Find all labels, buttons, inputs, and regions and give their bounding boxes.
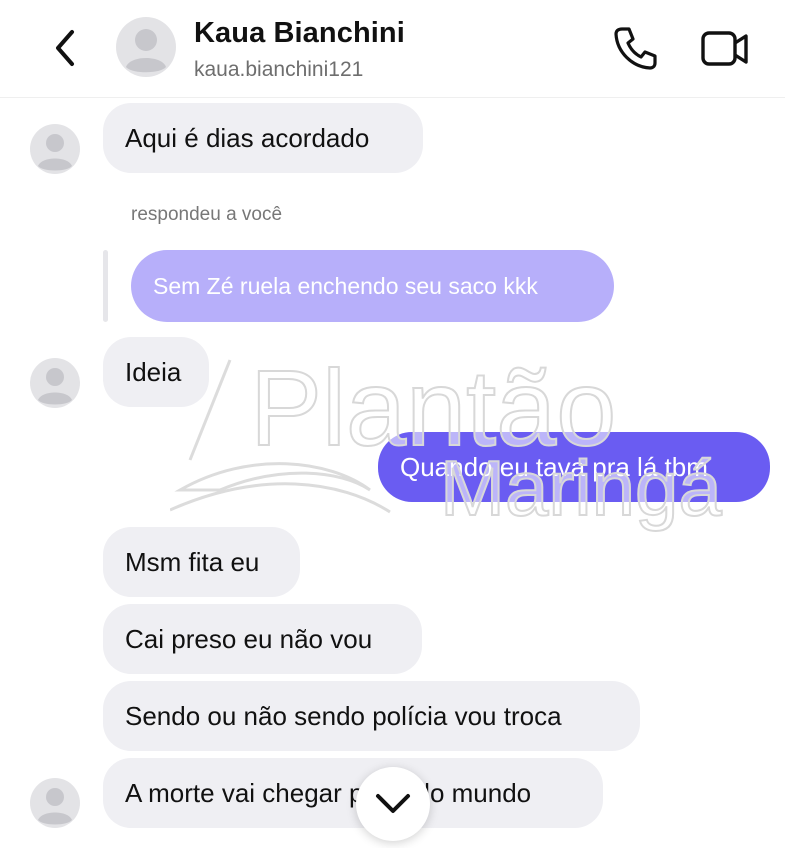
- message-bubble[interactable]: Cai preso eu não vou: [103, 604, 422, 674]
- sender-avatar[interactable]: [30, 778, 80, 828]
- message-text: Quando eu tava pra lá tbm: [400, 452, 708, 482]
- message-text: Ideia: [125, 357, 182, 387]
- quoted-text: Sem Zé ruela enchendo seu saco kkk: [153, 273, 538, 299]
- message-bubble[interactable]: Aqui é dias acordado: [103, 103, 423, 173]
- chevron-down-icon: [376, 794, 410, 813]
- reply-label: respondeu a você: [131, 204, 283, 225]
- sender-avatar[interactable]: [30, 124, 80, 174]
- message-bubble[interactable]: A morte vai chegar pra todo mundo: [103, 758, 603, 828]
- reply-indicator-bar: [103, 250, 108, 322]
- contact-handle: kaua.bianchini121: [194, 58, 364, 81]
- voice-call-button[interactable]: [610, 23, 660, 73]
- contact-avatar[interactable]: [116, 17, 176, 77]
- back-button[interactable]: [44, 24, 88, 72]
- message-text: A morte vai chegar pra todo mundo: [125, 778, 532, 808]
- message-bubble[interactable]: Sendo ou não sendo polícia vou troca: [103, 681, 640, 751]
- message-text: Aqui é dias acordado: [125, 123, 370, 153]
- chevron-left-icon: [56, 30, 74, 66]
- phone-icon: [614, 27, 657, 70]
- video-camera-icon: [701, 31, 748, 66]
- chat-header: Kaua Bianchini kaua.bianchini121: [0, 0, 785, 98]
- message-text: Sendo ou não sendo polícia vou troca: [125, 701, 562, 731]
- video-call-button[interactable]: [698, 27, 752, 71]
- message-bubble[interactable]: Msm fita eu: [103, 527, 300, 597]
- contact-name[interactable]: Kaua Bianchini: [194, 17, 405, 50]
- outgoing-message-bubble[interactable]: Quando eu tava pra lá tbm: [378, 432, 770, 502]
- message-bubble[interactable]: Ideia: [103, 337, 209, 407]
- message-text: Cai preso eu não vou: [125, 624, 373, 654]
- scroll-to-bottom-button[interactable]: [356, 767, 430, 841]
- message-text: Msm fita eu: [125, 547, 260, 577]
- sender-avatar[interactable]: [30, 358, 80, 408]
- quoted-message[interactable]: Sem Zé ruela enchendo seu saco kkk: [131, 250, 614, 322]
